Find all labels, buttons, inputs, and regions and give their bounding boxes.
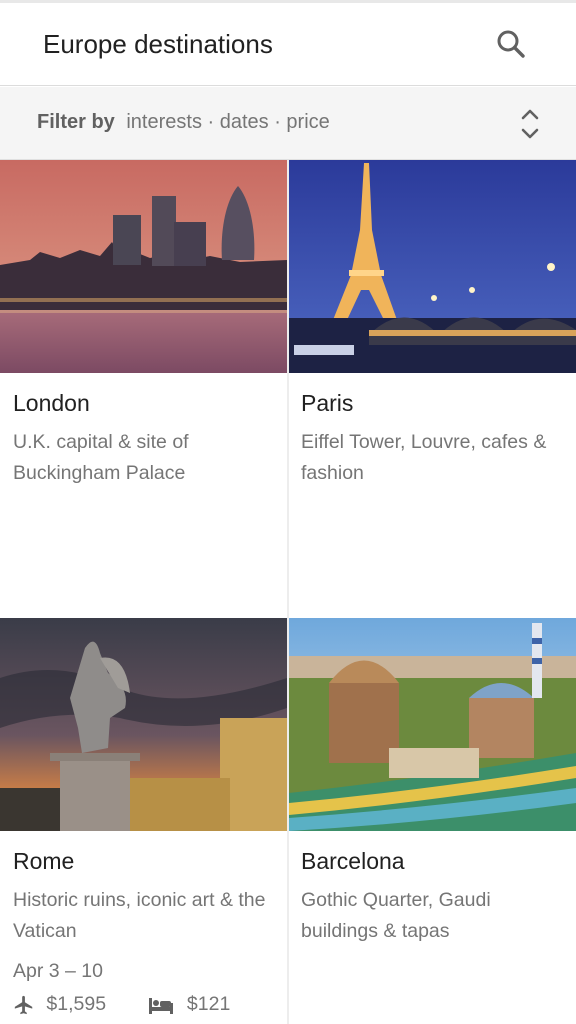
- destination-description: U.K. capital & site of Buckingham Palace: [13, 431, 189, 484]
- filter-options: interests · dates · price: [126, 111, 330, 133]
- destination-description: Eiffel Tower, Louvre, cafes & fashion: [301, 431, 547, 484]
- london-photo: [0, 160, 287, 373]
- destination-card-paris[interactable]: Paris Eiffel Tower, Louvre, cafes & fash…: [289, 160, 576, 618]
- barcelona-photo: [289, 618, 576, 831]
- filter-summary[interactable]: Filter by interests · dates · price: [37, 111, 330, 134]
- destination-name: Rome: [13, 848, 75, 874]
- bed-icon: [148, 997, 173, 1014]
- filter-bar[interactable]: Filter by interests · dates · price: [0, 87, 576, 160]
- rome-photo: [0, 618, 287, 831]
- filter-label: Filter by: [37, 111, 115, 133]
- destination-description: Historic ruins, iconic art & the Vatican: [13, 889, 266, 942]
- trip-prices: $1,595 $121: [13, 993, 230, 1016]
- filter-expand-button[interactable]: [518, 107, 542, 141]
- destination-card-barcelona[interactable]: Barcelona Gothic Quarter, Gaudi building…: [289, 618, 576, 1024]
- destination-name: London: [13, 390, 90, 416]
- destination-grid: London U.K. capital & site of Buckingham…: [0, 160, 576, 1024]
- hotel-price: $121: [186, 993, 231, 1016]
- destination-card-london[interactable]: London U.K. capital & site of Buckingham…: [0, 160, 287, 618]
- destination-card-rome[interactable]: Rome Historic ruins, iconic art & the Va…: [0, 618, 287, 1024]
- airplane-icon: [14, 995, 33, 1015]
- trip-dates: Apr 3 – 10: [13, 960, 103, 982]
- unfold-more-icon: [521, 109, 539, 139]
- page-title: Europe destinations: [43, 29, 273, 59]
- search-icon: [497, 30, 525, 58]
- flight-price: $1,595: [46, 993, 107, 1016]
- destination-name: Barcelona: [301, 848, 405, 874]
- search-button[interactable]: [492, 25, 530, 63]
- app-header: Europe destinations: [0, 3, 576, 86]
- destination-description: Gothic Quarter, Gaudi buildings & tapas: [301, 889, 491, 942]
- destination-name: Paris: [301, 390, 354, 416]
- paris-photo: [289, 160, 576, 373]
